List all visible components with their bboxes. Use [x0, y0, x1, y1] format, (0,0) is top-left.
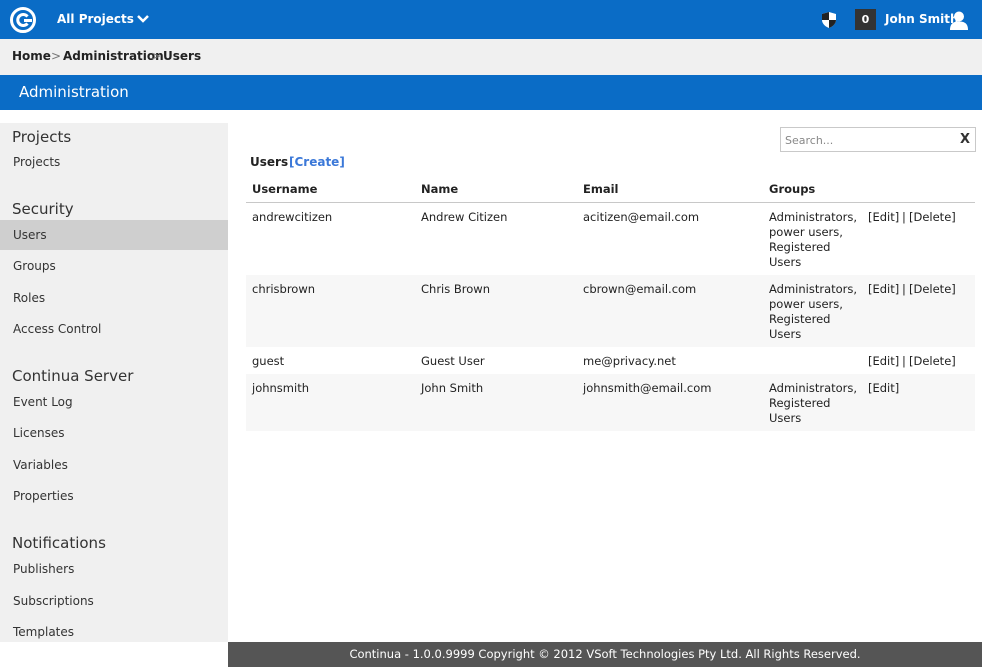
page-title: Administration	[19, 83, 129, 101]
page-header: Administration	[0, 75, 982, 110]
group-name: power users,	[769, 297, 843, 311]
sidebar-item-publishers[interactable]: Publishers	[0, 554, 228, 584]
project-selector[interactable]: All Projects	[57, 12, 134, 26]
column-header-groups[interactable]: Groups	[769, 182, 815, 196]
sidebar-item-templates[interactable]: Templates	[0, 617, 228, 647]
sidebar-heading-projects: Projects	[12, 128, 72, 146]
group-name: Registered	[769, 240, 831, 254]
name-cell: John Smith	[421, 381, 484, 395]
footer-copyright: Continua - 1.0.0.9999 Copyright © 2012 V…	[349, 647, 861, 661]
group-name: Registered	[769, 396, 831, 410]
username-cell: chrisbrown	[252, 282, 316, 296]
email-cell: me@privacy.net	[583, 354, 676, 368]
search-box: X	[780, 127, 976, 152]
username-cell: johnsmith	[252, 381, 309, 395]
breadcrumb-administration[interactable]: Administration	[63, 49, 164, 63]
top-bar: All Projects 0 John Smith	[0, 0, 982, 39]
group-name: Administrators,	[769, 282, 858, 296]
action-separator: |	[902, 354, 906, 368]
breadcrumb-separator: >	[151, 49, 162, 63]
table-row: chrisbrown Chris Brown cbrown@email.com …	[246, 275, 975, 347]
table-row: guest Guest User me@privacy.net [Edit] |…	[246, 347, 975, 374]
continua-logo-icon[interactable]	[10, 7, 38, 33]
edit-link[interactable]: [Edit]	[868, 210, 899, 225]
sidebar-heading-security: Security	[12, 200, 74, 218]
sidebar-item-properties[interactable]: Properties	[0, 481, 228, 511]
group-name: Registered	[769, 312, 831, 326]
sidebar-item-projects[interactable]: Projects	[0, 147, 228, 177]
breadcrumb-separator: >	[51, 49, 62, 63]
group-name: Administrators,	[769, 381, 858, 395]
notification-count-badge[interactable]: 0	[855, 9, 876, 30]
name-cell: Chris Brown	[421, 282, 490, 296]
search-clear-button[interactable]: X	[960, 132, 970, 147]
username-cell: andrewcitizen	[252, 210, 333, 224]
name-cell: Guest User	[421, 354, 485, 368]
group-name: Users	[769, 327, 802, 341]
groups-cell: Administrators, power users, Registered …	[769, 210, 864, 270]
user-icon[interactable]	[949, 10, 969, 30]
chevron-down-icon[interactable]	[136, 13, 150, 25]
table-row: johnsmith John Smith johnsmith@email.com…	[246, 374, 975, 431]
delete-link[interactable]: [Delete]	[909, 210, 956, 225]
column-header-username[interactable]: Username	[252, 182, 317, 196]
group-name: Administrators,	[769, 210, 858, 224]
shield-icon[interactable]	[821, 11, 837, 29]
table-row: andrewcitizen Andrew Citizen acitizen@em…	[246, 203, 975, 275]
breadcrumb-current: Users	[163, 49, 202, 63]
create-user-link[interactable]: [Create]	[289, 155, 345, 169]
group-name: power users,	[769, 225, 843, 239]
email-cell: acitizen@email.com	[583, 210, 700, 224]
group-name: Users	[769, 255, 802, 269]
sidebar-item-licenses[interactable]: Licenses	[0, 418, 228, 448]
sidebar-item-groups[interactable]: Groups	[0, 251, 228, 281]
groups-cell: Administrators, Registered Users	[769, 381, 864, 426]
sidebar-item-event-log[interactable]: Event Log	[0, 387, 228, 417]
sidebar-item-variables[interactable]: Variables	[0, 450, 228, 480]
sidebar-item-roles[interactable]: Roles	[0, 283, 228, 313]
action-separator: |	[902, 210, 906, 224]
email-cell: johnsmith@email.com	[583, 381, 712, 395]
group-name: Users	[769, 411, 802, 425]
action-separator: |	[902, 282, 906, 296]
users-title: Users	[250, 155, 289, 169]
table-header: Username Name Email Groups	[246, 176, 975, 203]
delete-link[interactable]: [Delete]	[909, 354, 956, 369]
sidebar: Projects Projects Security Users Groups …	[0, 123, 228, 642]
sidebar-item-subscriptions[interactable]: Subscriptions	[0, 586, 228, 616]
username-cell: guest	[252, 354, 285, 368]
delete-link[interactable]: [Delete]	[909, 282, 956, 297]
footer: Continua - 1.0.0.9999 Copyright © 2012 V…	[228, 642, 982, 667]
email-cell: cbrown@email.com	[583, 282, 697, 296]
edit-link[interactable]: [Edit]	[868, 381, 899, 396]
breadcrumb-home[interactable]: Home	[12, 49, 51, 63]
groups-cell: Administrators, power users, Registered …	[769, 282, 864, 342]
user-name[interactable]: John Smith	[885, 12, 959, 26]
edit-link[interactable]: [Edit]	[868, 354, 899, 369]
column-header-email[interactable]: Email	[583, 182, 618, 196]
breadcrumb: Home > Administration > Users	[0, 39, 982, 75]
name-cell: Andrew Citizen	[421, 210, 508, 224]
sidebar-heading-notifications: Notifications	[12, 534, 106, 552]
column-header-name[interactable]: Name	[421, 182, 458, 196]
search-input[interactable]	[785, 132, 950, 148]
sidebar-heading-continua-server: Continua Server	[12, 367, 134, 385]
sidebar-item-users[interactable]: Users	[0, 220, 228, 250]
sidebar-item-access-control[interactable]: Access Control	[0, 314, 228, 344]
edit-link[interactable]: [Edit]	[868, 282, 899, 297]
